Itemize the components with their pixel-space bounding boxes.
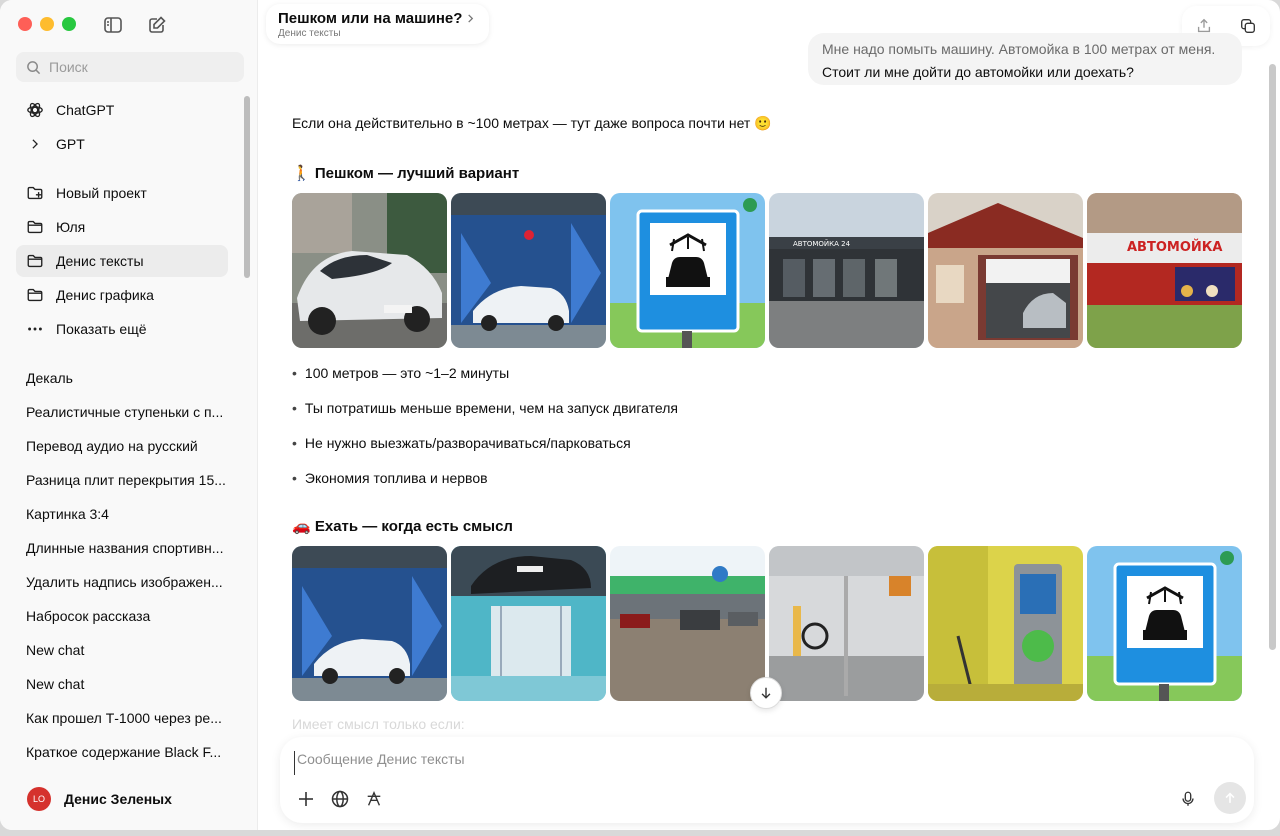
sidebar-item-project-denis-texts[interactable]: Денис тексты [16, 245, 228, 277]
user-message-line: Стоит ли мне дойти до автомойки или доех… [822, 64, 1134, 80]
user-message-line: Мне надо помыть машину. Автомойка в 100 … [822, 41, 1216, 57]
section-heading-drive: 🚗 Ехать — когда есть смысл [292, 518, 513, 535]
send-button[interactable] [1214, 782, 1246, 814]
sidebar: ChatGPT GPT Новый проект Юля Денис текст… [0, 0, 258, 830]
text-format-icon[interactable] [362, 787, 386, 811]
sidebar-scrollbar[interactable] [244, 96, 250, 278]
chat-history-item[interactable]: New chat [16, 668, 228, 700]
folder-icon [25, 217, 45, 237]
sidebar-item-project-yulia[interactable]: Юля [16, 211, 228, 243]
car-wash-building-photo[interactable]: АВТОМОЙКА 24 [769, 193, 924, 348]
microphone-icon[interactable] [1176, 787, 1200, 811]
chat-history-item[interactable]: Удалить надпись изображен... [16, 566, 228, 598]
building-sign-text: АВТОМОЙКА 24 [793, 239, 851, 248]
chat-history-item[interactable]: Краткое содержание Black F... [16, 736, 228, 768]
car-wash-box-photo[interactable] [292, 546, 447, 701]
chevron-right-icon [468, 14, 474, 23]
assistant-intro-text: Если она действительно в ~100 метрах — т… [292, 115, 772, 131]
sidebar-item-project-denis-graphics[interactable]: Денис графика [16, 279, 228, 311]
self-service-terminal-photo[interactable] [928, 546, 1083, 701]
sidebar-item-new-project[interactable]: Новый проект [16, 177, 228, 209]
car-wash-box-photo[interactable] [451, 193, 606, 348]
car-lift-photo[interactable] [451, 546, 606, 701]
faded-continuation-text: Имеет смысл только если: [292, 716, 465, 732]
sidebar-item-chatgpt[interactable]: ChatGPT [16, 94, 228, 126]
message-input[interactable] [294, 751, 1094, 775]
sidebar-toggle-icon[interactable] [102, 14, 124, 36]
folder-plus-icon [25, 183, 45, 203]
car-wash-storefront-photo[interactable]: АВТОМОЙКА [1087, 193, 1242, 348]
arrow-up-icon [1225, 792, 1235, 803]
globe-icon[interactable] [328, 787, 352, 811]
user-name: Денис Зеленых [64, 791, 172, 807]
search-input[interactable] [49, 59, 229, 75]
chat-history-item[interactable]: Набросок рассказа [16, 600, 228, 632]
sidebar-item-label: Новый проект [56, 185, 147, 201]
sidebar-item-label: Юля [56, 219, 86, 235]
chat-history-item[interactable]: Реалистичные ступеньки с п... [16, 396, 228, 428]
folder-icon [25, 285, 45, 305]
user-message-bubble: Мне надо помыть машину. Автомойка в 100 … [808, 33, 1242, 85]
attach-plus-icon[interactable] [294, 787, 318, 811]
openai-logo-icon [25, 100, 45, 120]
folder-icon [25, 251, 45, 271]
sidebar-item-label: Денис тексты [56, 253, 144, 269]
list-item: Экономия топлива и нервов [292, 468, 678, 503]
car-wash-road-sign[interactable] [1087, 546, 1242, 701]
search-icon [27, 60, 41, 74]
avatar: LO [27, 787, 51, 811]
app-window: ChatGPT GPT Новый проект Юля Денис текст… [0, 0, 1280, 830]
chat-history-item[interactable]: Декаль [16, 362, 228, 394]
messages-scrollbar[interactable] [1269, 64, 1276, 650]
car-wash-garage-photo[interactable] [928, 193, 1083, 348]
search-box[interactable] [16, 52, 244, 82]
sidebar-item-label: Показать ещё [56, 321, 147, 337]
chat-history-item[interactable]: Разница плит перекрытия 15... [16, 464, 228, 496]
zoom-window-button[interactable] [62, 17, 76, 31]
car-wash-bay-photo[interactable] [769, 546, 924, 701]
copy-window-icon[interactable] [1237, 15, 1259, 37]
close-window-button[interactable] [18, 17, 32, 31]
chevron-right-icon [25, 134, 45, 154]
minimize-window-button[interactable] [40, 17, 54, 31]
chat-history-item[interactable]: Перевод аудио на русский [16, 430, 228, 462]
chat-history-item[interactable]: New chat [16, 634, 228, 666]
chat-history-item[interactable]: Картинка 3:4 [16, 498, 228, 530]
new-chat-icon[interactable] [146, 14, 168, 36]
sidebar-item-show-more[interactable]: Показать ещё [16, 313, 228, 345]
message-composer [280, 737, 1254, 823]
image-gallery-walk: АВТОМОЙКА 24 АВТОМОЙКА [292, 193, 1242, 348]
chat-history-item[interactable]: Длинные названия спортивн... [16, 532, 228, 564]
car-wash-photo[interactable] [292, 193, 447, 348]
list-item: Не нужно выезжать/разворачиваться/парков… [292, 433, 678, 468]
chat-history-item[interactable]: Как прошел Т-1000 через ре... [16, 702, 228, 734]
page-title: Пешком или на машине? [278, 10, 463, 27]
chat-main: Пешком или на машине? Денис тексты Мне н… [258, 0, 1280, 830]
arrow-down-icon [761, 687, 771, 699]
list-item: Ты потратишь меньше времени, чем на запу… [292, 398, 678, 433]
scroll-to-bottom-button[interactable] [750, 677, 782, 709]
walk-reasons-list: 100 метров — это ~1–2 минуты Ты потратиш… [292, 363, 678, 503]
sidebar-item-gpt[interactable]: GPT [16, 128, 228, 160]
conversation-title-button[interactable]: Пешком или на машине? Денис тексты [266, 4, 490, 44]
list-item: 100 метров — это ~1–2 минуты [292, 363, 678, 398]
storefront-sign-text: АВТОМОЙКА [1127, 239, 1222, 255]
user-account-button[interactable]: LO Денис Зеленых [16, 782, 244, 816]
sidebar-item-label: ChatGPT [56, 102, 115, 118]
window-controls [18, 17, 76, 31]
sidebar-item-label: Денис графика [56, 287, 154, 303]
ellipsis-icon [25, 319, 45, 339]
project-subtitle: Денис тексты [278, 28, 341, 39]
car-wash-road-sign[interactable] [610, 193, 765, 348]
section-heading-walk: 🚶 Пешком — лучший вариант [292, 165, 520, 182]
sidebar-item-label: GPT [56, 136, 85, 152]
car-wash-lot-photo[interactable] [610, 546, 765, 701]
